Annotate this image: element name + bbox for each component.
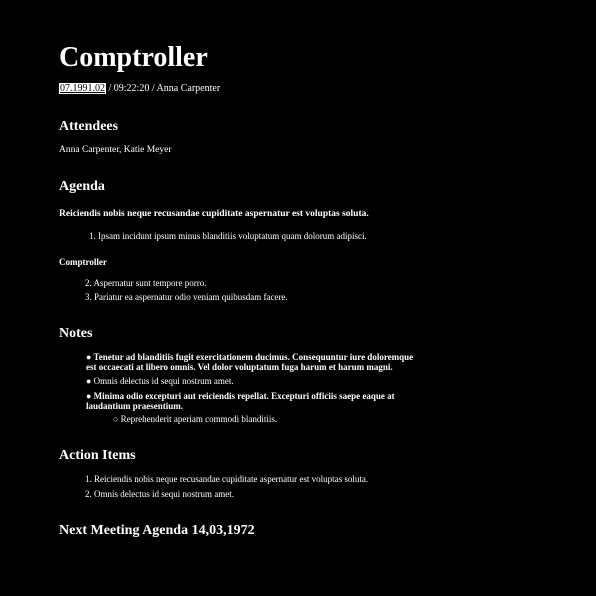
agenda-item: 2. Aspernatur sunt tempore porro. (85, 278, 207, 288)
page-title: Comptroller (59, 42, 208, 73)
action-item: 2. Omnis delectus id sequi nostrum amet. (85, 489, 234, 499)
meeting-date[interactable]: 07.1991.02 (59, 83, 106, 94)
agenda-item: 3. Pariatur ea aspernatur odio veniam qu… (85, 292, 288, 302)
attendees-heading: Attendees (59, 119, 119, 134)
notes-heading: Notes (59, 326, 93, 341)
attendees-list: Anna Carpenter, Katie Meyer (59, 145, 172, 155)
agenda-subheading: Comptroller (59, 257, 107, 267)
notes-bullet: ● Omnis delectus id sequi nostrum amet. (86, 376, 234, 386)
agenda-heading: Agenda (59, 179, 105, 194)
meeting-time-author: / 09:22:20 / Anna Carpenter (106, 83, 221, 94)
action-item: 1. Reiciendis nobis neque recusandae cup… (85, 474, 369, 484)
next-meeting-heading: Next Meeting Agenda 14,03,1972 (59, 523, 255, 538)
notes-bullet: ● Tenetur ad blanditiis fugit exercitati… (86, 352, 414, 372)
notes-bullet: ● Minima odio excepturi aut reiciendis r… (86, 391, 395, 411)
action-items-heading: Action Items (59, 448, 136, 463)
meeting-meta: 07.1991.02 / 09:22:20 / Anna Carpenter (59, 83, 220, 95)
notes-sub-bullet: ○ Reprehenderit aperiam commodi blanditi… (113, 414, 278, 424)
agenda-item: 1. Ipsam incidunt ipsum minus blanditiis… (89, 231, 367, 241)
agenda-intro: Reiciendis nobis neque recusandae cupidi… (59, 209, 369, 219)
